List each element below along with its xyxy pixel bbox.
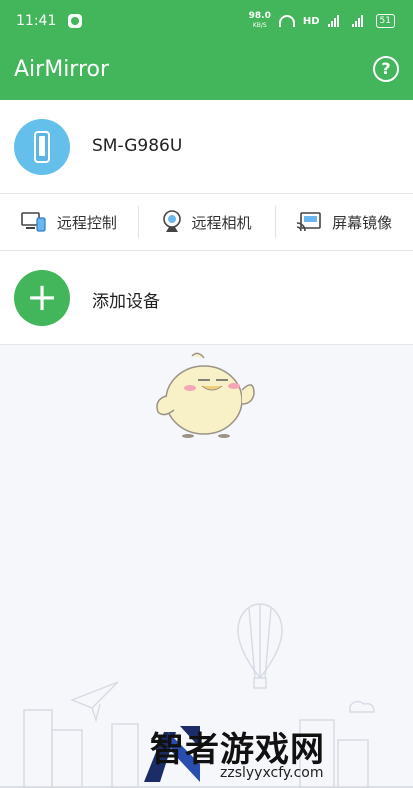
remote-camera-button[interactable]: 远程相机 xyxy=(137,194,276,250)
watermark-brand: 智者游戏网 xyxy=(150,730,325,770)
action-bar: 远程控制 远程相机 屏幕镜像 xyxy=(0,194,413,251)
signal-icon-2 xyxy=(351,15,368,27)
hd-indicator: HD xyxy=(302,15,320,27)
screen-mirror-icon xyxy=(297,212,321,232)
add-device-label: 添加设备 xyxy=(92,292,160,312)
remote-camera-label: 远程相机 xyxy=(191,213,252,232)
status-bar: 11:41 98.0 KB/S HD 51 xyxy=(0,0,413,44)
signal-icon xyxy=(327,15,344,27)
app-bar: AirMirror ? xyxy=(0,44,413,100)
remote-control-button[interactable]: 远程控制 xyxy=(0,194,138,250)
mascot-illustration xyxy=(156,352,255,438)
remote-control-label: 远程控制 xyxy=(56,213,117,232)
screen-mirror-label: 屏幕镜像 xyxy=(332,213,393,232)
app-title: AirMirror xyxy=(14,57,110,82)
add-device-button[interactable]: + xyxy=(14,270,70,326)
message-notification-icon xyxy=(68,14,82,28)
add-device-item[interactable]: + 添加设备 xyxy=(0,251,413,345)
camera-icon xyxy=(162,210,181,232)
status-icons: 98.0 KB/S HD 51 xyxy=(249,12,395,30)
screen-mirror-button[interactable]: 屏幕镜像 xyxy=(275,194,413,250)
phone-icon xyxy=(34,131,50,163)
device-item[interactable]: SM-G986U xyxy=(0,100,413,194)
status-time: 11:41 xyxy=(16,13,57,29)
help-button[interactable]: ? xyxy=(373,56,399,82)
watermark-url: zzslyyxcfy.com xyxy=(220,765,324,781)
wifi-icon xyxy=(278,15,295,27)
remote-control-icon xyxy=(21,212,46,232)
device-name: SM-G986U xyxy=(92,136,183,156)
phone-avatar xyxy=(14,119,70,175)
network-speed: 98.0 KB/S xyxy=(248,11,271,30)
battery-icon: 51 xyxy=(375,14,395,28)
